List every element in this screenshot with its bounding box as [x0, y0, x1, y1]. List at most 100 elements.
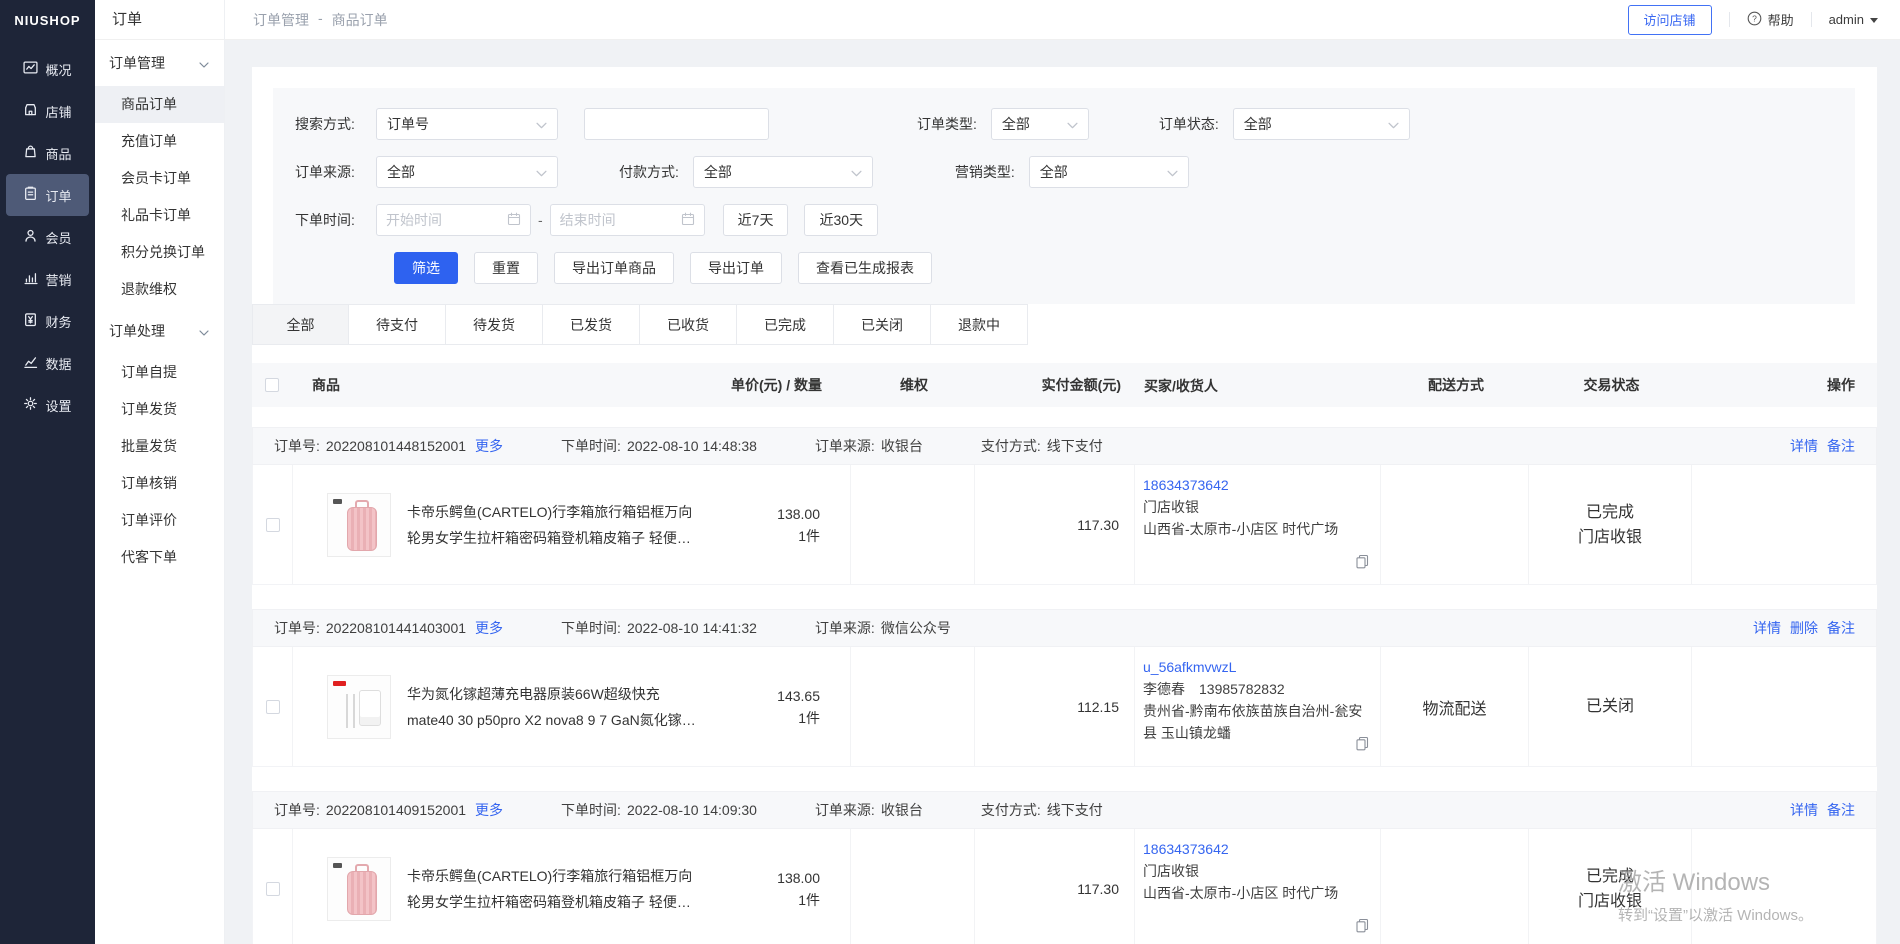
- subnav-item-recharge-order[interactable]: 充值订单: [95, 123, 224, 160]
- order-no-value: 202208101441403001: [326, 620, 466, 636]
- detail-link[interactable]: 详情: [1790, 800, 1818, 820]
- tab-pending-delivery[interactable]: 待发货: [446, 304, 543, 345]
- subnav-item-order-review[interactable]: 订单评价: [95, 502, 224, 539]
- delivery-method: [1381, 465, 1529, 584]
- filter-row-3: 下单时间: 开始时间 - 结束时间 近7天 近30天: [295, 204, 1855, 236]
- pay-type-select[interactable]: 全部: [693, 156, 873, 188]
- brand-logo: NIUSHOP: [0, 0, 95, 40]
- search-mode-select[interactable]: 订单号: [376, 108, 558, 140]
- main-nav-finance[interactable]: 财务: [6, 300, 89, 342]
- order-checkbox[interactable]: [266, 882, 280, 896]
- copy-icon[interactable]: [1355, 917, 1370, 939]
- tab-shipped[interactable]: 已发货: [543, 304, 640, 345]
- product-image: [327, 493, 391, 557]
- subnav-item-order-delivery[interactable]: 订单发货: [95, 391, 224, 428]
- caret-down-icon: [1870, 18, 1878, 23]
- trade-status: 已关闭: [1529, 647, 1692, 766]
- divider: [1729, 12, 1730, 27]
- product-title: 卡帝乐鳄鱼(CARTELO)行李箱旅行箱铝框万向轮男女学生拉杆箱密码箱登机箱皮箱…: [407, 499, 701, 551]
- reset-button[interactable]: 重置: [474, 252, 538, 284]
- order-type-select[interactable]: 全部: [991, 108, 1089, 140]
- paid-amount: 117.30: [1077, 881, 1119, 897]
- detail-link[interactable]: 详情: [1753, 618, 1781, 638]
- order-card: 订单号: 202208101448152001 更多 下单时间: 2022-08…: [252, 427, 1877, 585]
- filter-button[interactable]: 筛选: [394, 252, 458, 284]
- trade-status: 已完成 门店收银: [1529, 465, 1692, 584]
- order-source-value: 收银台: [881, 800, 923, 820]
- remark-link[interactable]: 备注: [1827, 618, 1855, 638]
- divider: [1811, 12, 1812, 27]
- date-range-separator: -: [538, 212, 543, 228]
- tab-pending-payment[interactable]: 待支付: [349, 304, 446, 345]
- marketing-type-select[interactable]: 全部: [1029, 156, 1189, 188]
- more-link[interactable]: 更多: [475, 436, 503, 456]
- export-order-goods-button[interactable]: 导出订单商品: [554, 252, 674, 284]
- subnav-item-batch-delivery[interactable]: 批量发货: [95, 428, 224, 465]
- delivery-method: 物流配送: [1381, 647, 1529, 766]
- main-nav-settings[interactable]: 设置: [6, 384, 89, 426]
- main-nav-marketing[interactable]: 营销: [6, 258, 89, 300]
- order-time-label: 下单时间:: [561, 618, 621, 638]
- copy-icon[interactable]: [1355, 735, 1370, 757]
- paid-amount-cell: 117.30: [975, 829, 1135, 944]
- end-time-input[interactable]: 结束时间: [550, 204, 705, 236]
- copy-icon[interactable]: [1355, 553, 1370, 575]
- main-nav-goods[interactable]: 商品: [6, 132, 89, 174]
- buyer-name-link[interactable]: 18634373642: [1143, 841, 1229, 857]
- export-order-button[interactable]: 导出订单: [690, 252, 782, 284]
- chevron-down-icon: [536, 164, 547, 180]
- order-checkbox[interactable]: [266, 518, 280, 532]
- product-cell: 卡帝乐鳄鱼(CARTELO)行李箱旅行箱铝框万向轮男女学生拉杆箱密码箱登机箱皮箱…: [293, 829, 701, 944]
- main-nav-overview[interactable]: 概况: [6, 48, 89, 90]
- more-link[interactable]: 更多: [475, 800, 503, 820]
- order-status-label: 订单状态:: [1159, 114, 1219, 134]
- main-nav-members[interactable]: 会员: [6, 216, 89, 258]
- delete-link[interactable]: 删除: [1790, 618, 1818, 638]
- view-reports-button[interactable]: 查看已生成报表: [798, 252, 932, 284]
- remark-link[interactable]: 备注: [1827, 436, 1855, 456]
- order-row: 卡帝乐鳄鱼(CARTELO)行李箱旅行箱铝框万向轮男女学生拉杆箱密码箱登机箱皮箱…: [252, 829, 1877, 944]
- subnav-item-order-verification[interactable]: 订单核销: [95, 465, 224, 502]
- subnav-item-order-pickup[interactable]: 订单自提: [95, 354, 224, 391]
- tab-refunding[interactable]: 退款中: [931, 304, 1028, 345]
- subnav-item-gift-card-order[interactable]: 礼品卡订单: [95, 197, 224, 234]
- buyer-name-link[interactable]: u_56afkmvwzL: [1143, 659, 1236, 675]
- main-nav-data[interactable]: 数据: [6, 342, 89, 384]
- last-30-days-button[interactable]: 近30天: [804, 204, 878, 236]
- order-source-select[interactable]: 全部: [376, 156, 558, 188]
- buyer-name-link[interactable]: 18634373642: [1143, 477, 1229, 493]
- delivery-method: [1381, 829, 1529, 944]
- subnav-item-points-exchange-order[interactable]: 积分兑换订单: [95, 234, 224, 271]
- tab-completed[interactable]: 已完成: [737, 304, 834, 345]
- price-qty-cell: 138.00 1件: [701, 465, 851, 584]
- tab-closed[interactable]: 已关闭: [834, 304, 931, 345]
- order-checkbox[interactable]: [266, 700, 280, 714]
- select-all-checkbox[interactable]: [265, 378, 279, 392]
- user-menu[interactable]: admin: [1829, 12, 1878, 27]
- remark-link[interactable]: 备注: [1827, 800, 1855, 820]
- subnav-group-order-processing[interactable]: 订单处理: [95, 308, 224, 354]
- paid-amount-cell: 112.15: [975, 647, 1135, 766]
- subnav-item-refund-dispute[interactable]: 退款维权: [95, 271, 224, 308]
- main-nav-orders[interactable]: 订单: [6, 174, 89, 216]
- product-cell: 卡帝乐鳄鱼(CARTELO)行李箱旅行箱铝框万向轮男女学生拉杆箱密码箱登机箱皮箱…: [293, 465, 701, 584]
- quantity: 1件: [798, 525, 820, 547]
- calendar-icon: [507, 212, 521, 229]
- subnav-title: 订单: [95, 0, 224, 40]
- more-link[interactable]: 更多: [475, 618, 503, 638]
- detail-link[interactable]: 详情: [1790, 436, 1818, 456]
- subnav-item-goods-order[interactable]: 商品订单: [95, 86, 224, 123]
- main-nav-shop[interactable]: 店铺: [6, 90, 89, 132]
- order-status-select[interactable]: 全部: [1233, 108, 1410, 140]
- keyword-input[interactable]: [584, 108, 769, 140]
- subnav-group-order-management[interactable]: 订单管理: [95, 40, 224, 86]
- help-link[interactable]: ? 帮助: [1747, 10, 1794, 29]
- price-qty-cell: 143.65 1件: [701, 647, 851, 766]
- last-7-days-button[interactable]: 近7天: [723, 204, 789, 236]
- subnav-item-member-card-order[interactable]: 会员卡订单: [95, 160, 224, 197]
- start-time-input[interactable]: 开始时间: [376, 204, 531, 236]
- subnav-item-order-on-behalf[interactable]: 代客下单: [95, 539, 224, 576]
- tab-received[interactable]: 已收货: [640, 304, 737, 345]
- tab-all[interactable]: 全部: [252, 304, 349, 345]
- visit-shop-button[interactable]: 访问店铺: [1628, 5, 1712, 35]
